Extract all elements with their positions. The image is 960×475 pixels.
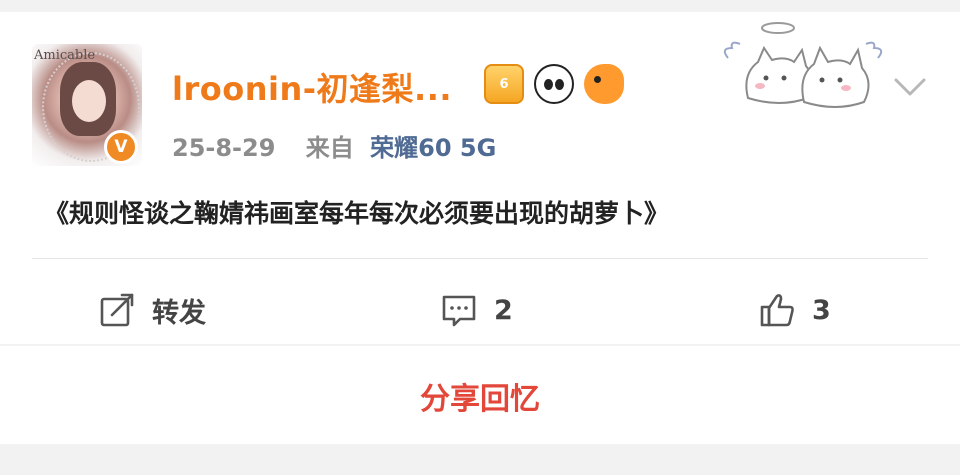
avatar-brand-text: Amicable	[34, 48, 96, 63]
from-label: 来自	[305, 134, 354, 162]
divider	[32, 258, 928, 259]
like-count: 3	[812, 294, 831, 326]
comment-icon	[442, 295, 476, 327]
crown-badge-icon[interactable]: 6	[484, 64, 524, 104]
share-memory-button[interactable]: 分享回忆	[0, 374, 960, 418]
device-link[interactable]: 荣耀60 5G	[370, 134, 496, 162]
post-content[interactable]: 《规则怪谈之鞠婧祎画室每年每次必须要出现的胡萝卜》	[44, 194, 669, 230]
fish-badge-icon[interactable]	[584, 64, 624, 104]
post-date: 25-8-29	[172, 134, 276, 162]
username[interactable]: lroonin-初逢梨...	[172, 64, 452, 110]
like-button[interactable]: 3	[758, 288, 831, 332]
repost-label: 转发	[152, 297, 206, 329]
thumbs-up-icon	[760, 294, 794, 327]
avatar-face	[72, 80, 106, 122]
panda-badge-icon[interactable]	[534, 64, 574, 104]
page: Amicable V lroonin-初逢梨... 6 25-8-29 来自 荣…	[0, 0, 960, 475]
weibo-post-card: Amicable V lroonin-初逢梨... 6 25-8-29 来自 荣…	[0, 12, 960, 344]
avatar[interactable]: Amicable V	[32, 44, 142, 166]
badge-row: 6	[484, 64, 624, 104]
repost-button[interactable]: 转发	[98, 288, 206, 332]
chevron-down-icon[interactable]	[890, 66, 930, 106]
repost-icon	[100, 293, 134, 327]
cat-decoration-icon	[723, 22, 883, 108]
share-memory-bar: 分享回忆	[0, 346, 960, 444]
comment-button[interactable]: 2	[440, 288, 513, 332]
post-meta: 25-8-29 来自 荣耀60 5G	[172, 128, 496, 163]
verified-icon: V	[104, 130, 138, 164]
comment-count: 2	[494, 294, 513, 326]
